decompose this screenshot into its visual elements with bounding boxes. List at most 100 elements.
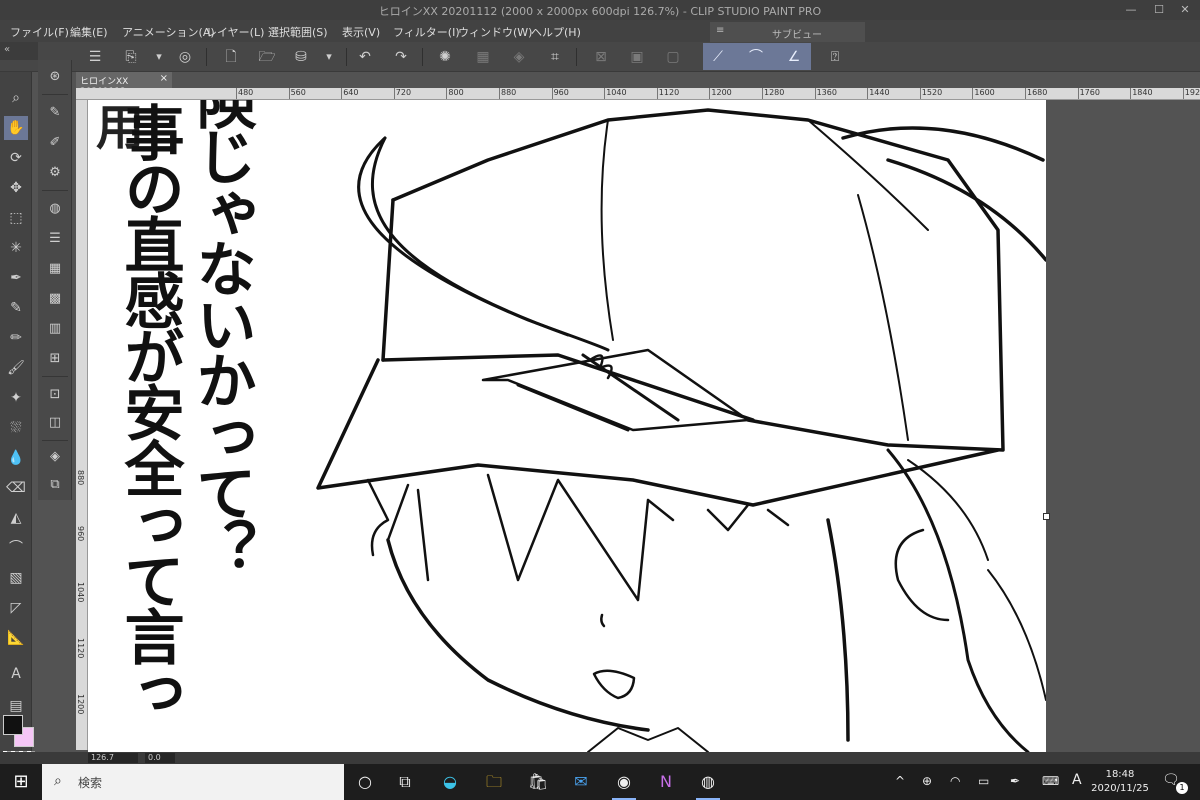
maximize-button[interactable]: ☐ [1146,0,1172,20]
clip-studio-app-icon[interactable]: ◉ [606,768,642,800]
lasso-icon[interactable]: ⬚ [4,206,28,230]
subview-label: サブビュー [772,30,822,41]
text-icon[interactable]: A [4,662,28,686]
fill-icon[interactable]: ◭ [4,506,28,530]
undo-icon[interactable]: ↶ [354,46,376,68]
menu-selection[interactable]: 選択範囲(S) [268,24,328,40]
deselect-icon[interactable]: ⊠ [590,46,612,68]
chevron-down-icon[interactable]: ▾ [148,46,170,68]
canvas-resize-handle[interactable] [1043,513,1050,520]
magic-wand-icon[interactable]: ✳ [4,236,28,260]
canvas[interactable]: 用 事の直感が安全って言っ 険じゃないかって？ [88,100,1046,752]
material-icon[interactable]: ◫ [44,412,66,434]
airbrush-icon[interactable]: ⛆ [4,416,28,440]
hamburger-icon[interactable]: ☰ [84,46,106,68]
onenote-icon[interactable]: N [648,768,684,796]
chevron-down-icon[interactable]: ▾ [318,46,340,68]
navigator-icon[interactable]: ⊛ [44,66,66,88]
approx-color-icon[interactable]: ▥ [44,318,66,340]
collapse-icon[interactable]: « [4,44,10,55]
clock[interactable]: 18:48 2020/11/25 [1090,768,1150,796]
save-icon[interactable]: ⛁ [290,46,312,68]
open-folder-icon[interactable]: 🗁 [256,46,278,68]
menu-edit[interactable]: 編集(E) [70,24,108,40]
clear-icon[interactable]: ▦ [472,46,494,68]
item-bank-icon[interactable]: ⊡ [44,384,66,406]
zoom-icon[interactable]: ⌕ [4,86,28,110]
hand-icon[interactable]: ✋ [4,116,28,140]
menu-help[interactable]: ヘルプ(H) [531,24,581,40]
fill-layer-icon[interactable]: ◈ [508,46,530,68]
zoom-level[interactable]: 126.7 [88,753,138,763]
stroke-icon[interactable]: ⟋ [707,46,729,68]
keyboard-icon[interactable]: ⌨ [1042,774,1059,788]
store-icon[interactable]: 🛍 [520,768,556,796]
menu-window[interactable]: ウィンドウ(W) [458,24,532,40]
help-icon[interactable]: ⍰ [824,46,846,68]
wifi-icon[interactable]: ◠ [950,774,960,788]
task-view-icon[interactable]: ⧉ [387,768,423,796]
sub-tool-pen-icon[interactable]: ✎ [44,102,66,124]
curve-icon[interactable]: ⌒ [4,536,28,560]
brush-icon[interactable]: 🖌 [4,356,28,380]
edge-icon[interactable]: ◒ [432,768,468,796]
color-slider-icon[interactable]: ☰ [44,228,66,250]
assets-icon[interactable]: ◎ [174,46,196,68]
transform-icon[interactable]: ⌗ [544,46,566,68]
layer-icon[interactable]: ◈ [44,446,66,468]
clip-studio-icon[interactable]: ⎘ [120,46,142,68]
rotation-angle[interactable]: 0.0 [145,753,175,763]
layer-property-icon[interactable]: ⧉ [44,474,66,496]
windows-start-icon[interactable]: ⊞ [0,764,42,800]
pen-icon[interactable]: ✎ [4,296,28,320]
ruler-icon[interactable]: 📐 [4,626,28,650]
move-layer-icon[interactable]: ✥ [4,176,28,200]
rotate-view-icon[interactable]: ⟳ [4,146,28,170]
menu-filter[interactable]: フィルター(I) [393,24,460,40]
file-explorer-icon[interactable]: 🗀 [476,768,512,796]
eyedropper-icon[interactable]: ✒ [4,266,28,290]
new-file-icon[interactable]: 🗋 [220,46,242,68]
canvas-area[interactable]: 用 事の直感が安全って言っ 険じゃないかって？ [88,100,1200,752]
blend-icon[interactable]: 💧 [4,446,28,470]
main-color-swatch[interactable] [3,715,23,735]
color-set-icon[interactable]: ▦ [44,258,66,280]
decoration-icon[interactable]: ✦ [4,386,28,410]
pen-icon[interactable]: ✒ [1010,774,1020,788]
angle-stroke-icon[interactable]: ∠ [783,46,805,68]
eraser-icon[interactable]: ⌫ [4,476,28,500]
ime-indicator[interactable]: A [1072,772,1082,788]
menu-file[interactable]: ファイル(F) [10,24,69,40]
menu-animation[interactable]: アニメーション(A) [122,24,215,40]
toolbar-divider [576,48,577,66]
figure-icon[interactable]: ◸ [4,596,28,620]
brush-size-icon[interactable]: ✐ [44,132,66,154]
ruler-label: 1760 [1079,88,1100,97]
pencil-icon[interactable]: ✏ [4,326,28,350]
curve-stroke-icon[interactable]: ⌒ [745,46,767,68]
color-wheel-icon[interactable]: ◍ [44,198,66,220]
search-box[interactable]: ⌕ 検索 [42,764,344,800]
document-tab[interactable]: ヒロインXX 20201112 × [76,72,172,97]
tool-property-icon[interactable]: ⚙ [44,162,66,184]
intermediate-color-icon[interactable]: ▩ [44,288,66,310]
color-history-icon[interactable]: ⊞ [44,348,66,370]
menu-layer[interactable]: レイヤー(L) [206,24,264,40]
menu-view[interactable]: 表示(V) [342,24,380,40]
cortana-icon[interactable]: ○ [347,768,383,796]
mail-icon[interactable]: ✉ [563,768,599,796]
clip-studio-paint-icon[interactable]: ◍ [690,768,726,800]
redo-icon[interactable]: ↷ [390,46,412,68]
pen-device-icon[interactable]: ⊕ [922,774,932,788]
battery-icon[interactable]: ▭ [978,774,989,788]
minimize-button[interactable]: — [1118,0,1144,20]
chevron-up-icon[interactable]: ^ [895,774,905,788]
close-tab-icon[interactable]: × [160,73,168,84]
invert-selection-icon[interactable]: ▣ [626,46,648,68]
panel-menu-icon[interactable]: ≡ [716,25,724,36]
loading-icon[interactable]: ✺ [434,46,456,68]
gradient-icon[interactable]: ▧ [4,566,28,590]
subview-tab[interactable]: ≡ サブビュー [710,22,865,42]
selection-border-icon[interactable]: ▢ [662,46,684,68]
close-button[interactable]: ✕ [1172,0,1198,20]
